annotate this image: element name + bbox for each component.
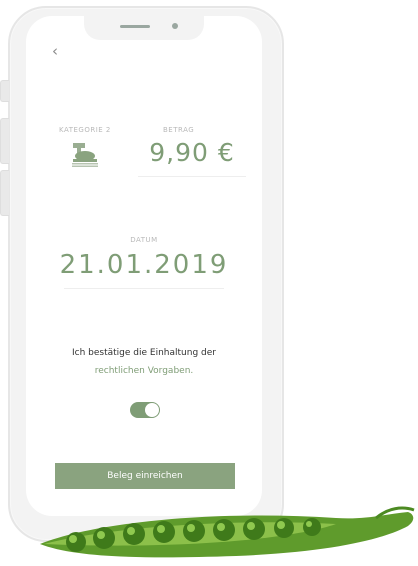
legal-link[interactable]: rechtlichen Vorgaben. <box>26 366 262 376</box>
submit-receipt-button[interactable]: Beleg einreichen <box>55 463 235 489</box>
datum-underline <box>64 288 224 289</box>
shopping-cart-food-icon <box>72 143 98 167</box>
kategorie-label: KATEGORIE 2 <box>59 126 111 134</box>
confirm-text: Ich bestätige die Einhaltung der <box>72 348 216 358</box>
confirm-toggle[interactable] <box>130 402 160 418</box>
speaker-icon <box>120 25 150 28</box>
datum-label: DATUM <box>130 236 158 244</box>
phone-notch <box>84 16 204 40</box>
back-button[interactable]: ‹ <box>52 42 58 60</box>
toggle-knob <box>145 403 159 417</box>
chevron-left-icon: ‹ <box>52 42 58 60</box>
betrag-label: BETRAG <box>163 126 195 134</box>
betrag-value[interactable]: 9,90 € <box>136 138 248 167</box>
phone-side-button-volume-down <box>0 170 9 216</box>
phone-side-button-volume-up <box>0 118 9 164</box>
pea-pod-icon <box>40 506 415 558</box>
phone-side-button-mute <box>0 80 9 102</box>
betrag-underline <box>138 176 246 177</box>
app-screen: ‹ KATEGORIE 2 BETRAG 9,90 € DATUM 21.01.… <box>26 16 262 516</box>
camera-icon <box>172 23 178 29</box>
datum-value[interactable]: 21.01.2019 <box>26 250 262 280</box>
